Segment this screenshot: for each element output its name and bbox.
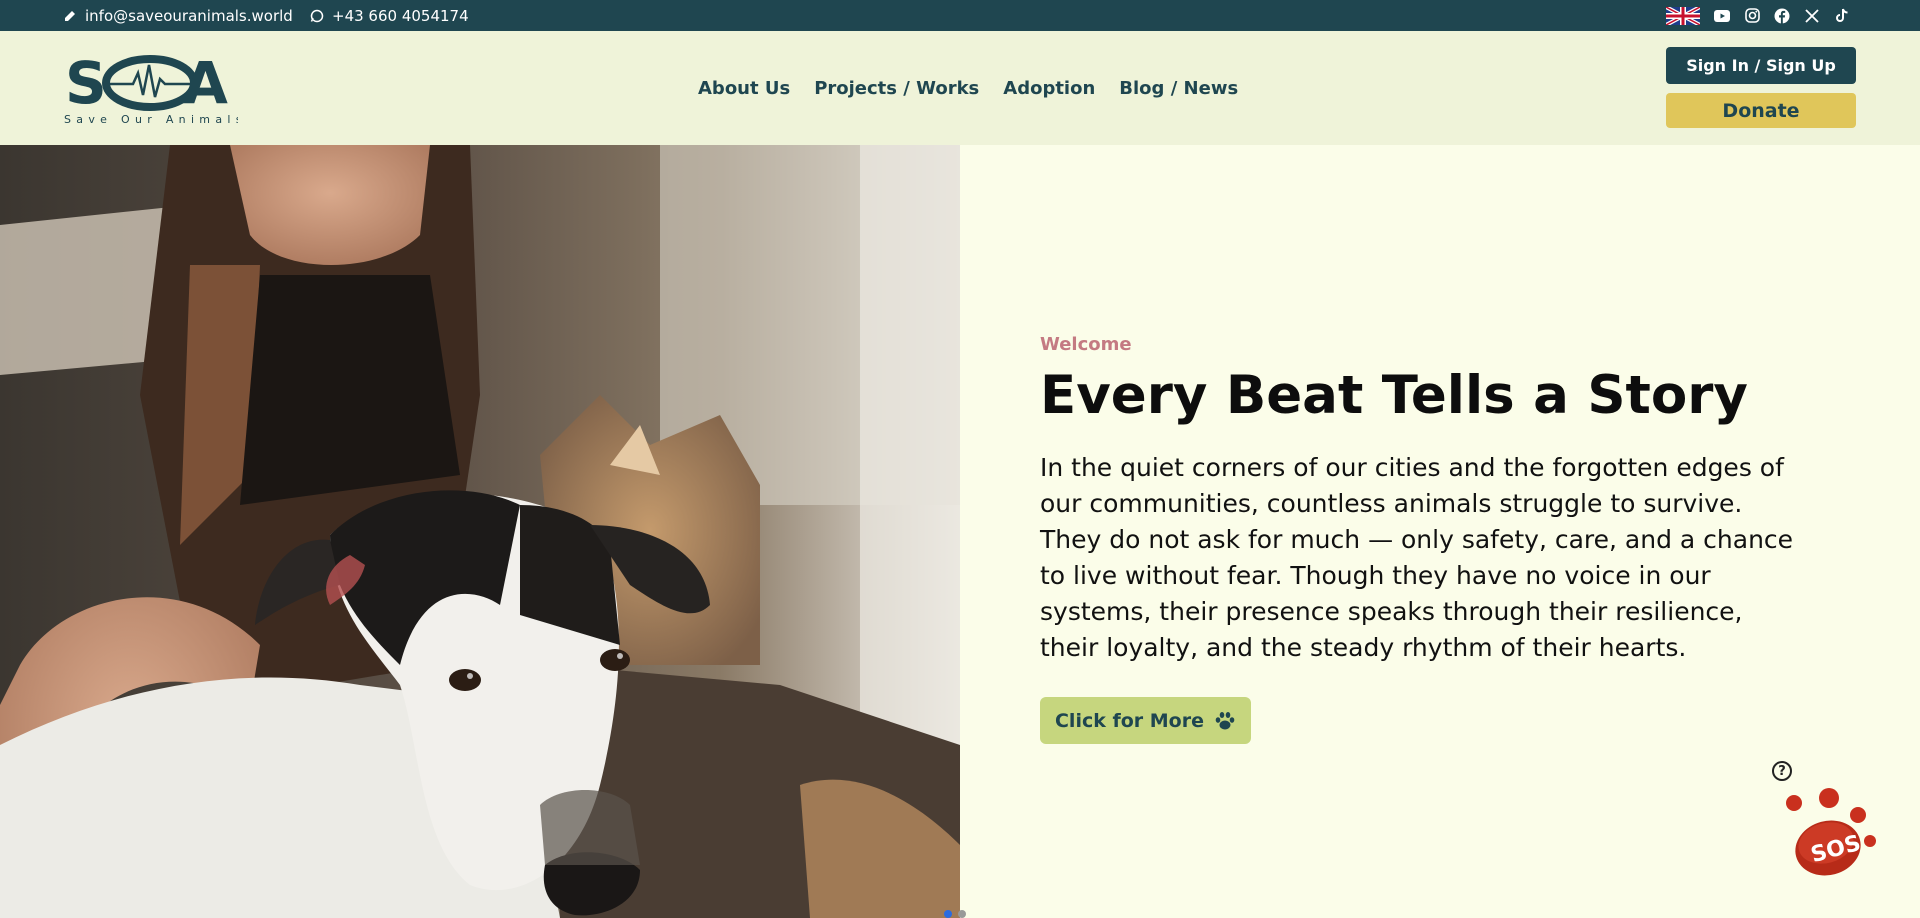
nav-about-us[interactable]: About Us bbox=[698, 78, 790, 99]
hero-image bbox=[0, 145, 960, 918]
youtube-icon[interactable] bbox=[1714, 8, 1730, 24]
slider-dots bbox=[944, 910, 966, 918]
email-link[interactable]: info@saveouranimals.world bbox=[63, 0, 293, 31]
sos-button[interactable]: SOS bbox=[1782, 785, 1882, 885]
svg-text:A: A bbox=[183, 51, 228, 117]
main-nav: About Us Projects / Works Adoption Blog … bbox=[698, 31, 1238, 145]
instagram-icon[interactable] bbox=[1744, 8, 1760, 24]
email-text: info@saveouranimals.world bbox=[85, 6, 293, 25]
facebook-icon[interactable] bbox=[1774, 8, 1790, 24]
hero-eyebrow: Welcome bbox=[1040, 334, 1132, 355]
tiktok-icon[interactable] bbox=[1834, 8, 1850, 24]
top-bar: info@saveouranimals.world +43 660 405417… bbox=[0, 0, 1920, 31]
donate-button[interactable]: Donate bbox=[1666, 93, 1856, 128]
slider-dot[interactable] bbox=[958, 910, 966, 918]
site-header: S A Save Our Animals About Us Projects /… bbox=[0, 31, 1920, 145]
nav-projects-works[interactable]: Projects / Works bbox=[814, 78, 979, 99]
cta-label: Click for More bbox=[1054, 709, 1204, 732]
help-icon[interactable]: ? bbox=[1772, 761, 1792, 781]
whatsapp-icon bbox=[310, 9, 324, 22]
nav-blog-news[interactable]: Blog / News bbox=[1119, 78, 1238, 99]
click-for-more-button[interactable]: Click for More bbox=[1040, 697, 1251, 744]
phone-link[interactable]: +43 660 4054174 bbox=[310, 0, 469, 31]
x-icon[interactable] bbox=[1804, 8, 1820, 24]
uk-flag-icon[interactable] bbox=[1666, 6, 1700, 25]
hero-title: Every Beat Tells a Story bbox=[1040, 365, 1748, 426]
phone-text: +43 660 4054174 bbox=[332, 6, 469, 25]
logo-subtitle: Save Our Animals bbox=[64, 113, 238, 126]
svg-text:S: S bbox=[65, 51, 107, 117]
paw-icon bbox=[1215, 711, 1235, 729]
slider-dot[interactable] bbox=[944, 910, 952, 918]
pencil-icon bbox=[65, 10, 75, 21]
site-logo[interactable]: S A Save Our Animals bbox=[63, 49, 241, 127]
social-links bbox=[1666, 0, 1850, 31]
hero-paragraph: In the quiet corners of our cities and t… bbox=[1040, 453, 1794, 662]
nav-adoption[interactable]: Adoption bbox=[1003, 78, 1095, 99]
sign-in-button[interactable]: Sign In / Sign Up bbox=[1666, 47, 1856, 84]
